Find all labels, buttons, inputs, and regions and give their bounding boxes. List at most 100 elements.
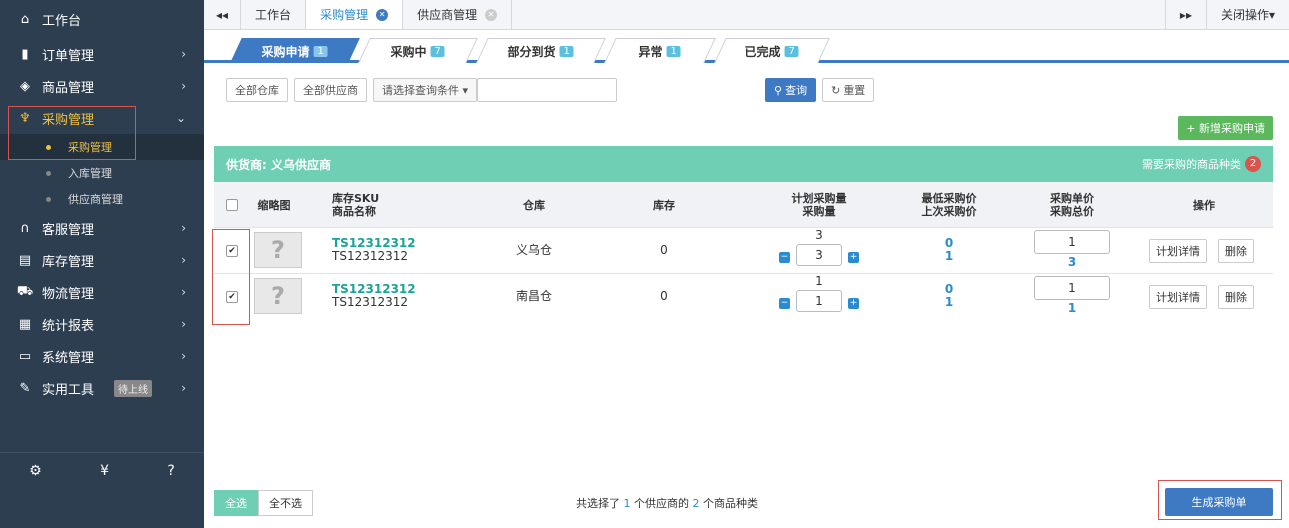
chevron-right-icon: › [181,381,186,395]
delete-button[interactable]: 删除 [1218,285,1254,309]
col-label: 采购单价 [1050,192,1094,205]
plus-icon[interactable]: + [848,297,859,309]
condition-select[interactable]: 请选择查询条件 ▾ [373,78,478,102]
sidebar-item-label: 客服管理 [42,222,95,238]
qty-input[interactable]: 3 [796,244,842,266]
plan-detail-button[interactable]: 计划详情 [1149,239,1207,263]
product-name: TS12312312 [332,295,409,309]
query-button[interactable]: ⚲ 查询 [765,78,817,102]
search-input[interactable] [477,78,618,102]
select-all-checkbox[interactable] [226,199,238,211]
tab-purchase[interactable]: 采购管理 ✕ [306,0,404,29]
sidebar-item-label: 统计报表 [42,318,95,334]
help-icon[interactable]: ? [167,463,174,479]
sidebar-item-reports[interactable]: ▦ 统计报表 › [0,308,204,340]
qty-cell: 1−1 + [754,275,884,312]
sidebar-item-workbench[interactable]: ⌂ 工作台 [0,0,204,38]
bullet-icon [46,170,51,176]
tab-purchasing[interactable]: 采购中 7 [358,38,478,63]
chevron-right-icon: › [181,285,186,299]
sidebar-item-products[interactable]: ◈ 商品管理 › [0,70,204,102]
select-none-button[interactable]: 全不选 [258,490,313,516]
unit-price-input[interactable]: 1 [1034,230,1110,254]
main-content: ◂◂ 工作台 采购管理 ✕ 供应商管理 ✕ ▸▸ 关闭操作▾ 采购申请 1 采购中 7 … [204,0,1289,528]
sidebar-item-service[interactable]: ∩ 客服管理 › [0,212,204,244]
status-tabs: 采购申请 1 采购中 7 部分到货 1 异常 1 已完成 7 [204,30,1289,63]
col-qty: 计划采购量 采购量 [774,192,864,218]
image-placeholder-icon: ? [254,278,302,314]
unit-price-input[interactable]: 1 [1034,276,1110,300]
reset-label: 重置 [843,84,866,97]
yen-icon[interactable]: ¥ [100,463,109,479]
tab-completed[interactable]: 已完成 7 [714,38,830,63]
sidebar-item-tools[interactable]: ✎ 实用工具 待上线 › [0,372,204,404]
search-icon: ⚲ [774,83,783,97]
table-row: ✔ ? TS12312312 TS12312312 义乌仓 0 3−3 + 01 1… [214,228,1273,274]
count-badge: 7 [430,45,445,57]
minus-icon[interactable]: − [779,297,790,309]
total-price: 3 [1067,255,1077,269]
col-label: 商品名称 [332,205,376,218]
table-header: 缩略图 库存SKU 商品名称 仓库 库存 计划采购量 采购量 最低采购价 上次采购价 … [214,182,1273,228]
plan-detail-button[interactable]: 计划详情 [1149,285,1207,309]
selection-summary: 共选择了 1 个供应商的 2 个商品种类 [576,495,758,511]
count-badge: 7 [784,45,799,57]
collapse-left-icon[interactable]: ◂◂ [204,0,242,29]
price-cell: 01 [904,283,994,309]
sidebar-item-label: 系统管理 [42,350,95,366]
settings-icon[interactable]: ⚙ [29,463,42,479]
tab-bar: ◂◂ 工作台 采购管理 ✕ 供应商管理 ✕ ▸▸ 关闭操作▾ [204,0,1289,30]
close-icon[interactable]: ✕ [376,8,389,21]
summary-text: 个商品种类 [703,497,758,510]
tab-exception[interactable]: 异常 1 [604,38,716,63]
tab-label: 供应商管理 [417,8,478,22]
monitor-icon: ▭ [18,348,32,364]
tab-partial-arrival[interactable]: 部分到货 1 [476,38,606,63]
close-operations-menu[interactable]: 关闭操作▾ [1207,0,1289,29]
highlight-box [212,229,250,325]
delete-button[interactable]: 删除 [1218,239,1254,263]
chevron-right-icon: › [181,253,186,267]
sidebar-item-label: 订单管理 [42,48,95,64]
sidebar-item-orders[interactable]: ▮ 订单管理 › [0,38,204,70]
product-name: TS12312312 [332,249,409,263]
add-purchase-request-button[interactable]: + 新增采购申请 [1178,116,1273,140]
tab-purchase-request[interactable]: 采购申请 1 [230,38,360,63]
wrench-icon: ✎ [19,380,31,396]
need-label: 需要采购的商品种类 [1142,158,1241,171]
count-badge: 1 [559,45,574,57]
tab-workbench[interactable]: 工作台 [241,0,307,29]
coming-soon-badge: 待上线 [114,379,153,397]
headset-icon: ∩ [20,220,30,236]
select-all-button[interactable]: 全选 [214,490,258,516]
warehouse-select[interactable]: 全部仓库 [226,78,288,102]
sidebar-item-inventory[interactable]: ▤ 库存管理 › [0,244,204,276]
plan-qty: 3 [815,228,823,242]
minus-icon[interactable]: − [779,251,790,263]
qty-input[interactable]: 1 [796,290,842,312]
query-label: 查询 [785,84,808,97]
sidebar-item-system[interactable]: ▭ 系统管理 › [0,340,204,372]
stock-cell: 0 [660,243,668,257]
sidebar-subitem-inbound[interactable]: 入库管理 [0,160,204,186]
supplier-name: 供货商: 义乌供应商 [226,157,331,172]
panel-header: 供货商: 义乌供应商 需要采购的商品种类 2 [214,146,1273,182]
plus-icon[interactable]: + [848,251,859,263]
col-label: 上次采购价 [921,205,977,218]
count-badge: 1 [313,45,328,57]
col-ops: 操作 [1193,199,1215,212]
reset-button[interactable]: ↻ 重置 [822,78,875,102]
col-label: 最低采购价 [921,192,977,205]
close-icon[interactable]: ✕ [485,8,498,21]
chevron-right-icon: › [181,47,186,61]
sidebar-item-label: 物流管理 [42,286,95,302]
qty-cell: 3−3 + [754,229,884,266]
tab-supplier[interactable]: 供应商管理 ✕ [403,0,513,29]
scroll-right-icon[interactable]: ▸▸ [1164,0,1207,29]
supplier-select[interactable]: 全部供应商 [294,78,367,102]
col-stock: 库存 [653,199,675,212]
tab-label: 工作台 [255,8,292,22]
sidebar-item-logistics[interactable]: ⛟ 物流管理 › [0,276,204,308]
sidebar-subitem-supplier[interactable]: 供应商管理 [0,186,204,212]
sidebar-subitem-label: 供应商管理 [68,193,123,206]
